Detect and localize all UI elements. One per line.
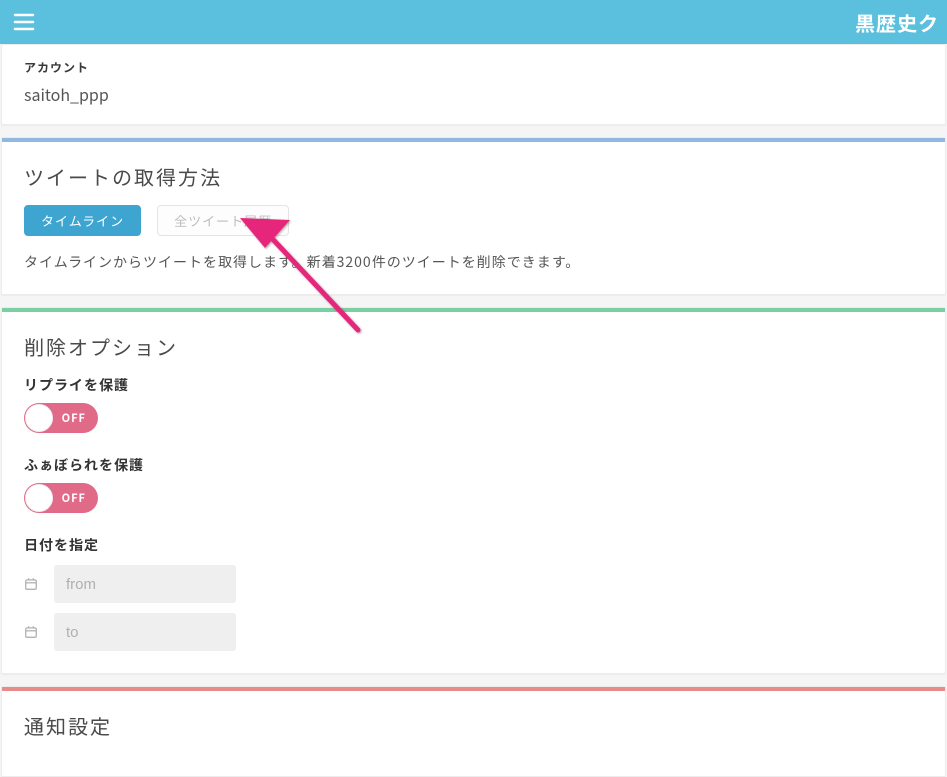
protect-faves-label: ふぁぼられを保護 [24, 455, 923, 475]
toggle-state: OFF [62, 410, 86, 426]
account-username: saitoh_ppp [24, 82, 923, 106]
fetch-tabs: タイムライン 全ツイート履歴 [24, 205, 923, 236]
tab-timeline[interactable]: タイムライン [24, 205, 141, 236]
delete-section-title: 削除オプション [24, 332, 923, 361]
date-range-block: 日付を指定 [24, 535, 923, 651]
top-bar: 黒歴史ク [0, 0, 947, 44]
fetch-helper: タイムラインからツイートを取得します。新着3200件のツイートを削除できます。 [24, 252, 923, 272]
menu-icon[interactable] [10, 8, 38, 36]
account-card: アカウント saitoh_ppp [1, 44, 946, 125]
app-title: 黒歴史ク [855, 8, 939, 37]
protect-replies-block: リプライを保護 OFF [24, 375, 923, 433]
date-to-row [24, 613, 923, 651]
notify-section-title: 通知設定 [24, 711, 923, 740]
tab-archive[interactable]: 全ツイート履歴 [157, 205, 289, 236]
calendar-icon [24, 572, 40, 596]
toggle-knob [25, 484, 53, 512]
account-label: アカウント [24, 59, 923, 76]
protect-faves-toggle[interactable]: OFF [24, 483, 98, 513]
protect-replies-label: リプライを保護 [24, 375, 923, 395]
protect-replies-toggle[interactable]: OFF [24, 403, 98, 433]
notification-card: 通知設定 [1, 686, 946, 777]
date-from-input[interactable] [54, 565, 236, 603]
delete-options-card: 削除オプション リプライを保護 OFF ふぁぼられを保護 OFF 日付を指定 [1, 307, 946, 674]
toggle-state: OFF [62, 490, 86, 506]
date-to-input[interactable] [54, 613, 236, 651]
fetch-method-card: ツイートの取得方法 タイムライン 全ツイート履歴 タイムラインからツイートを取得… [1, 137, 946, 295]
toggle-knob [25, 404, 53, 432]
date-label: 日付を指定 [24, 535, 923, 555]
date-from-row [24, 565, 923, 603]
calendar-icon [24, 620, 40, 644]
fetch-section-title: ツイートの取得方法 [24, 162, 923, 191]
protect-faves-block: ふぁぼられを保護 OFF [24, 455, 923, 513]
